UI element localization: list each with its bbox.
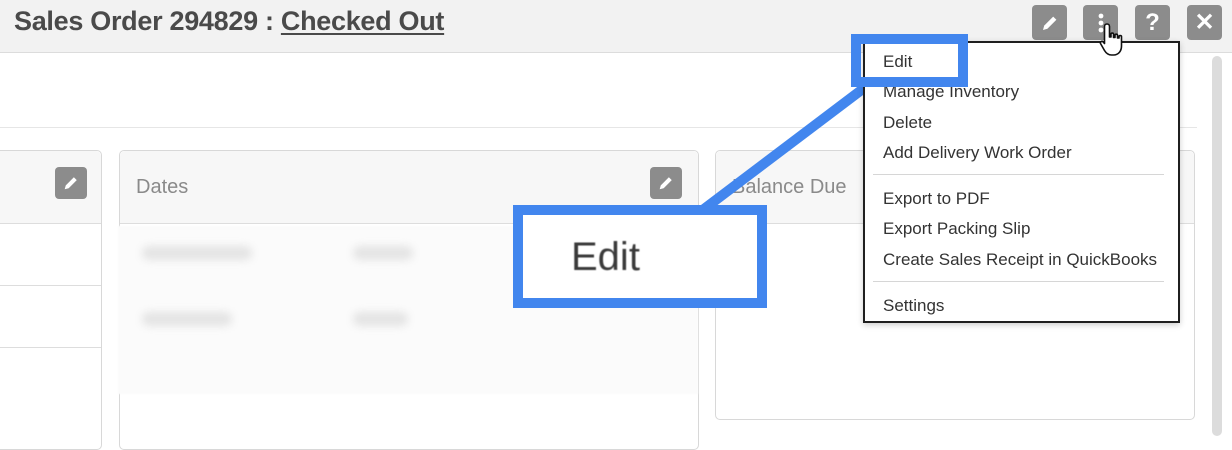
menu-item-add-delivery-work-order[interactable]: Add Delivery Work Order xyxy=(883,143,1072,163)
menu-divider xyxy=(873,174,1164,175)
blurred-text xyxy=(142,246,252,260)
menu-item-export-pdf[interactable]: Export to PDF xyxy=(883,189,990,209)
menu-item-delete[interactable]: Delete xyxy=(883,113,932,133)
edit-button[interactable] xyxy=(1032,5,1067,40)
left-panel-edit-button[interactable] xyxy=(55,167,87,199)
help-button[interactable]: ? xyxy=(1135,5,1170,40)
blurred-text xyxy=(142,312,232,326)
row-divider xyxy=(0,285,101,286)
menu-item-create-sales-receipt[interactable]: Create Sales Receipt in QuickBooks xyxy=(883,250,1157,270)
dates-panel-title: Dates xyxy=(136,176,189,198)
pencil-icon xyxy=(64,177,77,190)
hand-cursor-icon xyxy=(1099,23,1123,56)
menu-item-export-packing-slip[interactable]: Export Packing Slip xyxy=(883,219,1030,239)
menu-divider xyxy=(873,281,1164,282)
row-divider xyxy=(0,347,101,348)
close-button[interactable]: ✕ xyxy=(1187,5,1222,40)
left-panel xyxy=(0,150,102,450)
pencil-icon xyxy=(1042,16,1056,30)
question-icon: ? xyxy=(1145,8,1160,36)
blurred-text xyxy=(353,246,413,260)
balance-panel-title: Balance Due xyxy=(732,176,847,198)
callout-label: Edit xyxy=(571,235,640,279)
menu-item-settings[interactable]: Settings xyxy=(883,296,944,316)
edit-callout: Edit xyxy=(513,205,767,308)
close-icon: ✕ xyxy=(1194,9,1215,36)
scrollbar[interactable] xyxy=(1212,56,1222,436)
order-status-link[interactable]: Checked Out xyxy=(281,6,445,36)
blurred-text xyxy=(353,312,408,326)
dates-edit-button[interactable] xyxy=(650,167,682,199)
page-title: Sales Order 294829 : Checked Out xyxy=(14,6,444,37)
edit-item-highlight xyxy=(851,34,968,87)
pencil-icon xyxy=(659,177,672,190)
order-title: Sales Order 294829 : xyxy=(14,6,281,36)
